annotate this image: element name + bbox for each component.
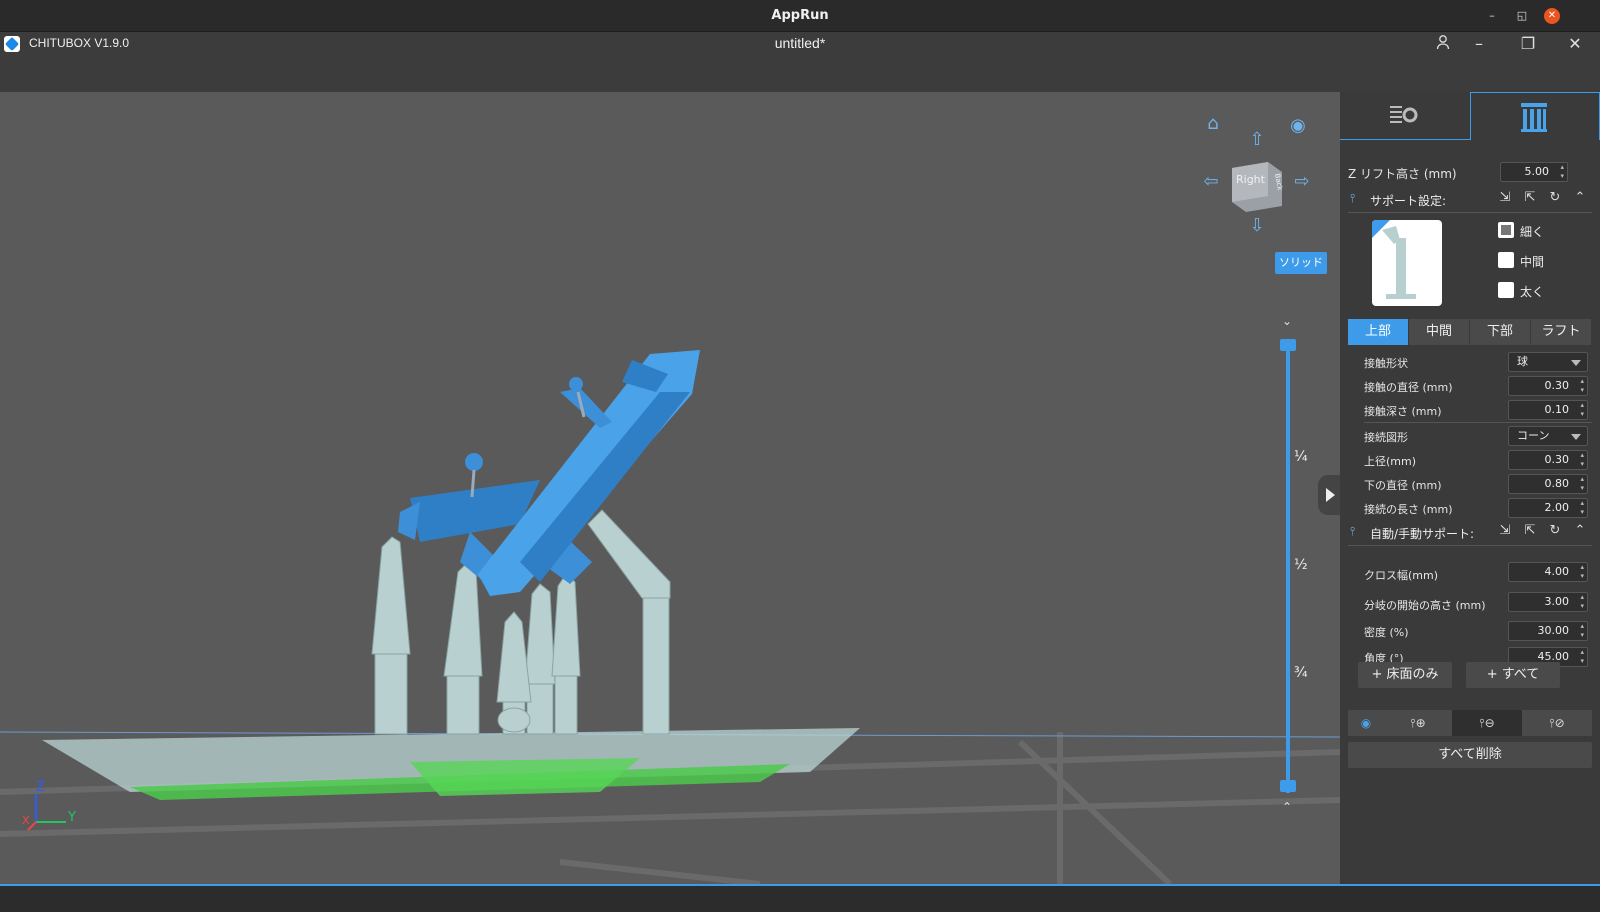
- preset-thin-label: 細く: [1520, 225, 1545, 239]
- tab-support[interactable]: [1470, 92, 1600, 140]
- connection-shape-label: 接続図形: [1364, 431, 1408, 444]
- axis-indicator: [27, 794, 66, 831]
- support-settings-header: ⫯ サポート設定: ⇲ ⇱ ↻ ⌃: [1348, 187, 1592, 213]
- upper-diameter-label: 上径(mm): [1364, 455, 1417, 468]
- contact-depth-label: 接触深さ (mm): [1364, 405, 1442, 418]
- segment-middle[interactable]: 中間: [1409, 319, 1469, 345]
- contact-diameter-input[interactable]: 0.30: [1508, 376, 1588, 396]
- z-lift-label: Z リフト高さ (mm): [1348, 167, 1457, 181]
- preset-medium-label: 中間: [1520, 255, 1545, 269]
- auto-support-header: ⫯ 自動/手動サポート: ⇲ ⇱ ↻ ⌃: [1348, 520, 1592, 546]
- collapse-icon[interactable]: ⌃: [1572, 523, 1588, 539]
- export-icon[interactable]: ⇱: [1522, 190, 1538, 206]
- support-settings-title: サポート設定:: [1370, 194, 1447, 208]
- add-support-icon[interactable]: ⫯⊕: [1384, 710, 1452, 736]
- all-supports-button[interactable]: + すべて: [1466, 662, 1560, 688]
- layer-slider-top-handle[interactable]: [1280, 339, 1296, 351]
- reset-icon[interactable]: ↻: [1547, 190, 1563, 206]
- segment-raft[interactable]: ラフト: [1531, 319, 1591, 345]
- support-columns-icon: [1521, 103, 1547, 132]
- right-panel: Z リフト高さ (mm) 5.00 ⫯ サポート設定: ⇲ ⇱ ↻ ⌃ 細く 中…: [1340, 92, 1600, 884]
- cross-width-label: クロス幅(mm): [1364, 569, 1439, 582]
- branch-height-input[interactable]: 3.00: [1508, 592, 1588, 612]
- eye-icon[interactable]: ◉: [1287, 116, 1309, 138]
- os-minimize-button[interactable]: –: [1484, 8, 1500, 24]
- rotate-left-icon[interactable]: ⇦: [1200, 172, 1222, 194]
- contact-diameter-label: 接触の直径 (mm): [1364, 381, 1453, 394]
- lower-diameter-label: 下の直径 (mm): [1364, 479, 1442, 492]
- contact-shape-label: 接触形状: [1364, 357, 1408, 370]
- import-icon[interactable]: ⇲: [1497, 523, 1513, 539]
- panel-collapse-toggle[interactable]: [1318, 475, 1340, 515]
- view-cube-label[interactable]: Right: [1236, 173, 1265, 186]
- os-close-button[interactable]: ✕: [1544, 8, 1560, 24]
- settings-list-icon: [1390, 106, 1418, 123]
- export-icon[interactable]: ⇱: [1522, 523, 1538, 539]
- connection-length-label: 接続の長さ (mm): [1364, 503, 1453, 516]
- connection-length-input[interactable]: 2.00: [1508, 498, 1588, 518]
- visibility-eye-icon[interactable]: ◉: [1348, 710, 1384, 736]
- floor-only-button[interactable]: + 床面のみ: [1358, 662, 1452, 688]
- os-title-bar: AppRun – ◱ ✕: [0, 0, 1600, 32]
- os-restore-button[interactable]: ◱: [1514, 8, 1530, 24]
- preset-thin-checkbox[interactable]: [1498, 222, 1514, 238]
- airplane-model: [398, 350, 700, 596]
- connection-shape-select[interactable]: コーン: [1508, 426, 1588, 446]
- preset-thick-checkbox[interactable]: [1498, 282, 1514, 298]
- layer-mark-quarter: ¼: [1294, 449, 1308, 465]
- edit-support-icon[interactable]: ⫯⊘: [1522, 710, 1592, 736]
- collapse-icon[interactable]: ⌃: [1572, 190, 1588, 206]
- layer-mark-half: ½: [1294, 557, 1308, 573]
- app-restore-button[interactable]: ❐: [1518, 34, 1538, 54]
- density-label: 密度 (%): [1364, 626, 1409, 639]
- auto-support-title: 自動/手動サポート:: [1370, 527, 1475, 541]
- upper-diameter-input[interactable]: 0.30: [1508, 450, 1588, 470]
- rotate-right-icon[interactable]: ⇨: [1291, 172, 1313, 194]
- contact-shape-select[interactable]: 球: [1508, 352, 1588, 372]
- user-icon[interactable]: [1433, 34, 1453, 54]
- preset-thick-label: 太く: [1520, 285, 1545, 299]
- cross-width-input[interactable]: 4.00: [1508, 562, 1588, 582]
- support-preview-image: [1372, 220, 1442, 306]
- import-icon[interactable]: ⇲: [1497, 190, 1513, 206]
- branch-height-label: 分岐の開始の高さ (mm): [1364, 599, 1486, 612]
- 3d-viewport[interactable]: ⌂ ⇧ ◉ ⇦ ⇨ ⇩ Right Back ソリッド ⌄ ¼ ½ ¾ ⌃ Z …: [0, 92, 1340, 884]
- layer-slider-track[interactable]: [1286, 345, 1290, 793]
- layer-down-chevron-icon[interactable]: ⌄: [1282, 314, 1292, 328]
- auto-support-icon: ⫯: [1350, 524, 1356, 538]
- layer-up-chevron-icon[interactable]: ⌃: [1282, 800, 1292, 814]
- axis-x-label: X: [22, 814, 30, 827]
- segment-bottom[interactable]: 下部: [1470, 319, 1530, 345]
- os-window-title: AppRun: [771, 8, 829, 23]
- render-mode-button[interactable]: ソリッド: [1275, 252, 1327, 274]
- layer-mark-three-quarter: ¾: [1294, 665, 1308, 681]
- app-close-button[interactable]: ✕: [1565, 34, 1585, 54]
- remove-support-icon[interactable]: ⫯⊖: [1452, 710, 1522, 736]
- scene-render: [0, 162, 1340, 884]
- bottom-status-bar: [0, 886, 1600, 912]
- tab-print-settings[interactable]: [1340, 92, 1470, 140]
- document-title: untitled*: [774, 35, 826, 51]
- support-mode-toolbar: ◉ ⫯⊕ ⫯⊖ ⫯⊘: [1348, 710, 1592, 736]
- preset-medium-checkbox[interactable]: [1498, 252, 1514, 268]
- contact-depth-input[interactable]: 0.10: [1508, 400, 1588, 420]
- app-minimize-button[interactable]: –: [1469, 34, 1489, 54]
- divider: [1364, 422, 1592, 423]
- lower-diameter-input[interactable]: 0.80: [1508, 474, 1588, 494]
- axis-z-label: Z: [36, 780, 45, 795]
- layer-slider-bottom-handle[interactable]: [1280, 780, 1296, 792]
- home-view-icon[interactable]: ⌂: [1202, 114, 1224, 136]
- app-header: CHITUBOX V1.9.0 untitled* – ❐ ✕: [0, 32, 1600, 92]
- delete-all-button[interactable]: すべて削除: [1348, 742, 1592, 768]
- axis-y-label: Y: [68, 810, 76, 825]
- app-window: AppRun – ◱ ✕ CHITUBOX V1.9.0 untitled* –…: [0, 0, 1600, 912]
- segment-top[interactable]: 上部: [1348, 319, 1408, 345]
- support-settings-icon: ⫯: [1350, 191, 1356, 205]
- rotate-up-icon[interactable]: ⇧: [1246, 130, 1268, 152]
- z-lift-input[interactable]: 5.00: [1500, 162, 1568, 182]
- reset-icon[interactable]: ↻: [1547, 523, 1563, 539]
- density-input[interactable]: 30.00: [1508, 621, 1588, 641]
- rotate-down-icon[interactable]: ⇩: [1246, 216, 1268, 238]
